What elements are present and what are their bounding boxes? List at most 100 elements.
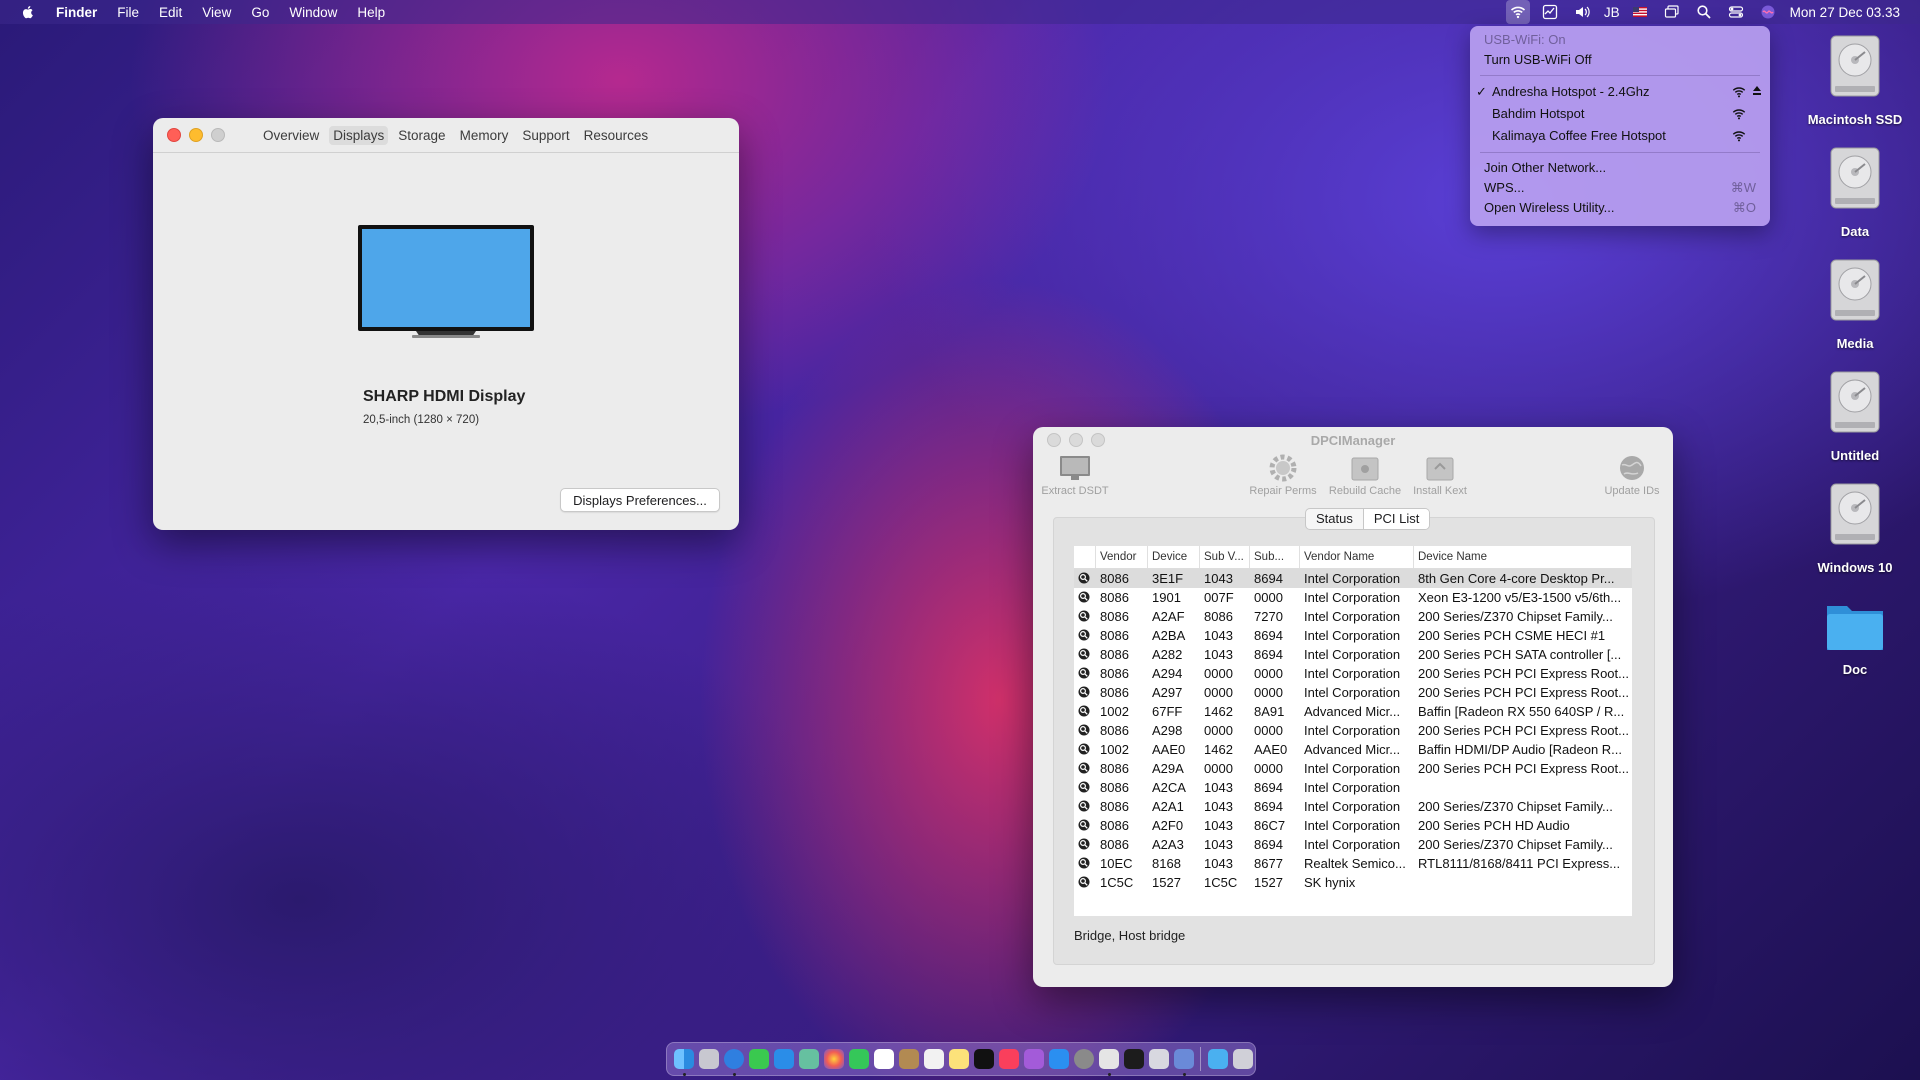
menu-help[interactable]: Help [357,5,385,20]
siri-icon[interactable] [1756,0,1780,24]
desktop-icon-data[interactable]: Data [1795,144,1915,239]
dock-network-utility-icon[interactable] [1173,1049,1194,1076]
open-wireless-utility-item[interactable]: Open Wireless Utility... ⌘O [1470,198,1770,218]
dock-calendar-icon[interactable] [873,1049,894,1069]
table-row[interactable]: 1C5C 1527 1C5C 1527 SK hynix [1074,873,1632,892]
dock-notes-icon[interactable] [948,1049,969,1069]
menu-go[interactable]: Go [251,5,269,20]
table-row[interactable]: 8086 A298 0000 0000 Intel Corporation 200 Ser… [1074,721,1632,740]
dock-finder-icon[interactable] [673,1049,694,1076]
network-item-kalimaya[interactable]: Kalimaya Coffee Free Hotspot [1470,125,1770,147]
rebuild-cache-button[interactable]: Rebuild Cache [1325,453,1405,497]
table-row[interactable]: 8086 1901 007F 0000 Intel Corporation Xeon E3… [1074,588,1632,607]
table-row[interactable]: 8086 A29A 0000 0000 Intel Corporation 200 Ser… [1074,759,1632,778]
control-center-icon[interactable] [1724,0,1748,24]
menu-file[interactable]: File [117,5,139,20]
user-initials[interactable]: JB [1604,5,1620,20]
menu-window[interactable]: Window [289,5,337,20]
dock-app-store-icon[interactable] [1048,1049,1069,1069]
dock-terminal-icon[interactable] [1123,1049,1144,1069]
repair-perms-button[interactable]: Repair Perms [1245,453,1321,497]
table-row[interactable]: 10EC 8168 1043 8677 Realtek Semico... RTL8111… [1074,854,1632,873]
dock-system-preferences-icon[interactable] [1073,1049,1094,1069]
segment-pci-list[interactable]: PCI List [1362,509,1430,529]
table-row[interactable]: 8086 A2A3 1043 8694 Intel Corporation 200 Ser… [1074,835,1632,854]
install-kext-button[interactable]: Install Kext [1403,453,1477,497]
column-header-vendor[interactable]: Vendor [1096,546,1148,568]
close-button[interactable] [167,128,181,142]
cell-device-name: 200 Series PCH PCI Express Root... [1418,666,1629,681]
dock-maps-icon[interactable] [798,1049,819,1069]
tab-resources[interactable]: Resources [580,126,653,145]
table-row[interactable]: 8086 A2CA 1043 8694 Intel Corporation [1074,778,1632,797]
zoom-button[interactable] [211,128,225,142]
cell-device: 8168 [1152,856,1181,871]
column-header-sub-vendor[interactable]: Sub V... [1200,546,1250,568]
table-row[interactable]: 8086 A2A1 1043 8694 Intel Corporation 200 Ser… [1074,797,1632,816]
activity-monitor-icon[interactable] [1538,0,1562,24]
menu-view[interactable]: View [202,5,231,20]
menu-app-finder[interactable]: Finder [56,5,97,20]
column-header-device[interactable]: Device [1148,546,1200,568]
column-header-vendor-name[interactable]: Vendor Name [1300,546,1414,568]
table-row[interactable]: 8086 A294 0000 0000 Intel Corporation 200 Ser… [1074,664,1632,683]
wps-item[interactable]: WPS... ⌘W [1470,178,1770,198]
dock-tv-icon[interactable] [973,1049,994,1069]
tab-displays[interactable]: Displays [329,125,389,145]
displays-preferences-button[interactable]: Displays Preferences... [560,488,720,512]
table-row[interactable]: 8086 A2F0 1043 86C7 Intel Corporation 200 Ser… [1074,816,1632,835]
turn-wifi-off-item[interactable]: Turn USB-WiFi Off [1470,50,1770,70]
dock-music-icon[interactable] [998,1049,1019,1069]
dock-safari-icon[interactable] [723,1049,744,1076]
apple-icon[interactable] [20,4,36,20]
dock-mail-icon[interactable] [773,1049,794,1069]
tab-overview[interactable]: Overview [259,126,323,145]
table-row[interactable]: 8086 A2BA 1043 8694 Intel Corporation 200 Ser… [1074,626,1632,645]
tab-memory[interactable]: Memory [456,126,513,145]
join-other-network-item[interactable]: Join Other Network... [1470,158,1770,178]
dock-launchpad-icon[interactable] [698,1049,719,1069]
menubar-clock[interactable]: Mon 27 Dec 03.33 [1790,5,1900,20]
network-item-bahdim[interactable]: Bahdim Hotspot [1470,103,1770,125]
table-row[interactable]: 8086 A2AF 8086 7270 Intel Corporation 200 Ser… [1074,607,1632,626]
cell-sub-device: 1527 [1254,875,1283,890]
dock-contacts-icon[interactable] [898,1049,919,1069]
pci-device-icon [1078,800,1090,812]
network-item-andresha[interactable]: ✓ Andresha Hotspot - 2.4Ghz [1470,81,1770,103]
menu-edit[interactable]: Edit [159,5,182,20]
dock-podcasts-icon[interactable] [1023,1049,1044,1069]
segment-status[interactable]: Status [1306,509,1363,529]
table-row[interactable]: 8086 3E1F 1043 8694 Intel Corporation 8th Gen… [1074,569,1632,588]
dock-system-information-icon[interactable] [1098,1049,1119,1076]
dock-messages-icon[interactable] [748,1049,769,1069]
minimize-button[interactable] [189,128,203,142]
column-icon-header[interactable] [1074,546,1096,568]
dock-facetime-icon[interactable] [848,1049,869,1069]
tab-storage[interactable]: Storage [394,126,449,145]
desktop-icon-windows-10[interactable]: Windows 10 [1795,480,1915,575]
spotlight-search-icon[interactable] [1692,0,1716,24]
volume-icon[interactable] [1570,0,1594,24]
screen-mirroring-icon[interactable] [1660,0,1684,24]
table-row[interactable]: 8086 A282 1043 8694 Intel Corporation 200 Ser… [1074,645,1632,664]
dock-reminders-icon[interactable] [923,1049,944,1069]
dock-downloads-folder-icon[interactable] [1207,1049,1228,1069]
dock-photos-icon[interactable] [823,1049,844,1069]
dock-dpcimanager-icon[interactable] [1148,1049,1169,1069]
input-source-flag-icon[interactable] [1628,0,1652,24]
table-row[interactable]: 1002 67FF 1462 8A91 Advanced Micr... Baffin [… [1074,702,1632,721]
pci-device-icon [1078,648,1090,660]
desktop-icon-untitled[interactable]: Untitled [1795,368,1915,463]
wifi-status-icon[interactable] [1505,0,1530,24]
update-ids-button[interactable]: Update IDs [1597,453,1667,497]
extract-dsdt-button[interactable]: Extract DSDT [1037,453,1113,497]
desktop-icon-doc[interactable]: Doc [1795,594,1915,677]
table-row[interactable]: 1002 AAE0 1462 AAE0 Advanced Micr... Baffin H… [1074,740,1632,759]
dock-trash-icon[interactable] [1232,1049,1253,1069]
desktop-icon-macintosh-ssd[interactable]: Macintosh SSD [1795,32,1915,127]
tab-support[interactable]: Support [518,126,573,145]
column-header-sub-device[interactable]: Sub... [1250,546,1300,568]
table-row[interactable]: 8086 A297 0000 0000 Intel Corporation 200 Ser… [1074,683,1632,702]
column-header-device-name[interactable]: Device Name [1414,546,1632,568]
desktop-icon-media[interactable]: Media [1795,256,1915,351]
